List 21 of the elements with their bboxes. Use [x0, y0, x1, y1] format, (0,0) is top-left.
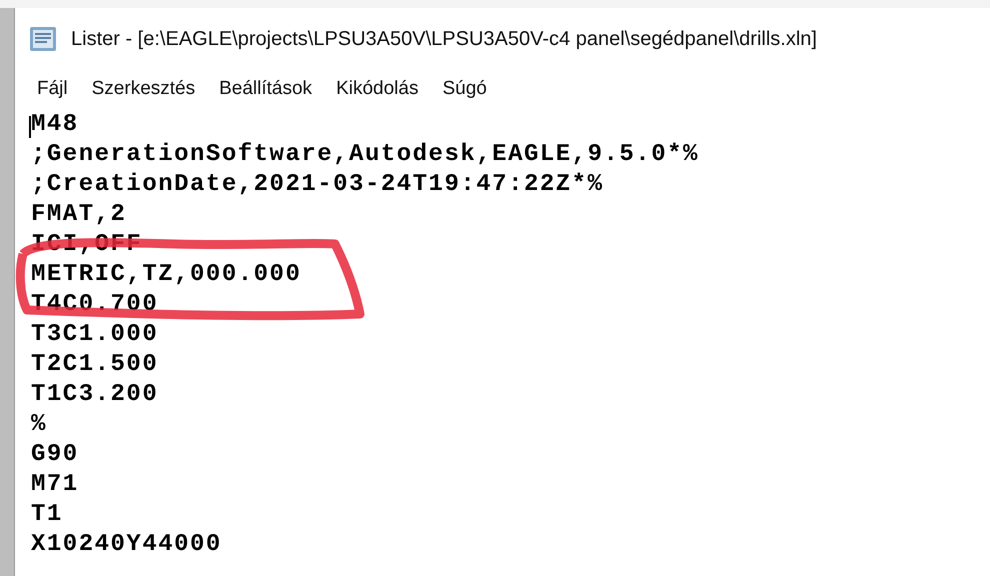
code-line: ;GenerationSoftware,Autodesk,EAGLE,9.5.0*% — [31, 141, 699, 168]
window-title: Lister - [e:\EAGLE\projects\LPSU3A50V\LPSU3A50V-c4 panel\segédpanel\drills.xln] — [71, 27, 817, 52]
code-line: T1 — [31, 501, 63, 528]
code-line: T3C1.000 — [31, 321, 158, 348]
code-line: METRIC,TZ,000.000 — [31, 261, 302, 288]
code-line: T1C3.200 — [31, 381, 158, 408]
menu-item[interactable]: Súgó — [432, 74, 497, 104]
menu-item[interactable]: Szerkesztés — [82, 74, 206, 104]
menu-item[interactable]: Fájl — [27, 74, 78, 104]
code-line: % — [31, 411, 47, 438]
code-line: ;CreationDate,2021-03-24T19:47:22Z*% — [31, 171, 604, 198]
text-cursor — [29, 116, 31, 138]
code-line: X10240Y44000 — [31, 531, 222, 558]
menu-item[interactable]: Beállítások — [209, 74, 322, 104]
code-line: T2C1.500 — [31, 351, 158, 378]
code-line: M48 — [31, 111, 79, 138]
scroll-icon — [27, 24, 59, 54]
code-line: FMAT,2 — [31, 201, 126, 228]
code-line: M71 — [31, 471, 79, 498]
menu-item[interactable]: Kikódolás — [326, 74, 428, 104]
code-line: G90 — [31, 441, 79, 468]
